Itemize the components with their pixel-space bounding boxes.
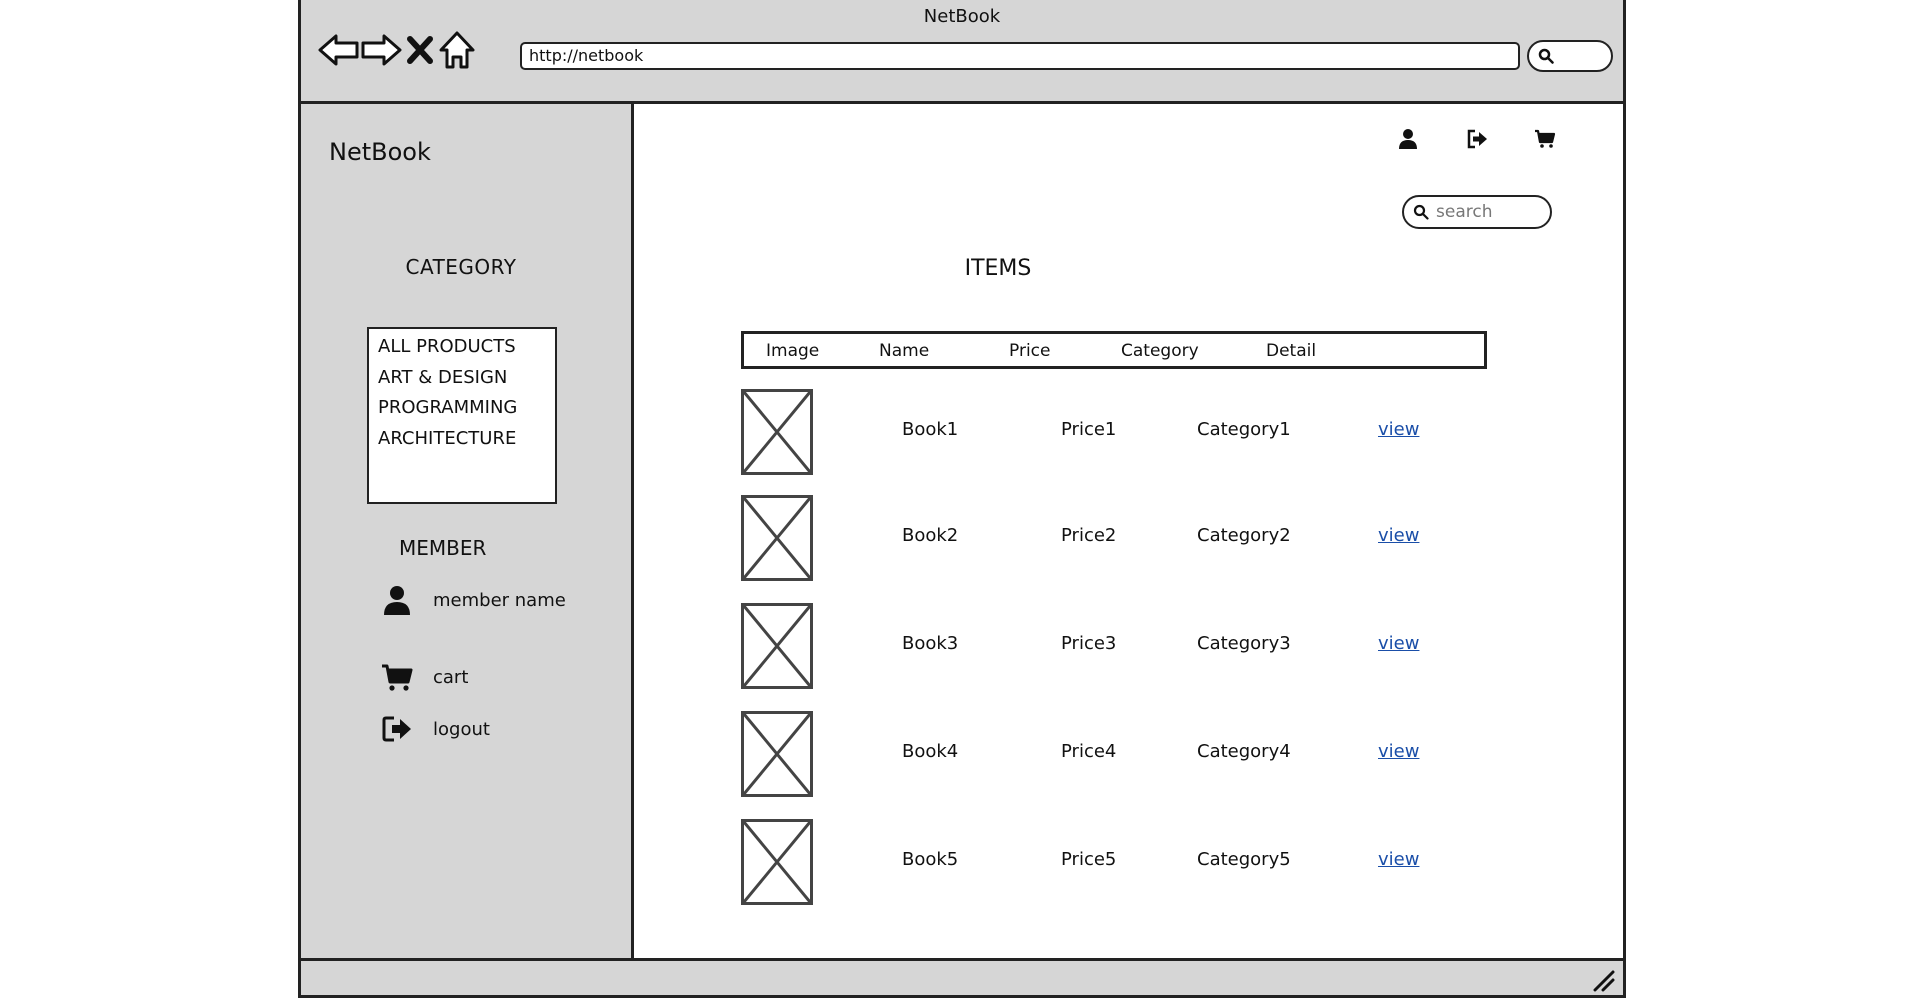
logout-icon	[382, 716, 411, 742]
table-row: Book3 Price3 Category3 view	[741, 603, 1501, 691]
category-list[interactable]: ALL PRODUCTS ART & DESIGN PROGRAMMING AR…	[367, 327, 557, 504]
book-category: Category1	[1197, 419, 1291, 440]
member-name-link[interactable]: member name	[381, 582, 566, 618]
book-name: Book5	[902, 849, 959, 870]
book-name: Book4	[902, 741, 959, 762]
book-image-placeholder	[741, 495, 813, 581]
main-content: ITEMS Image Name Price Category Detail B…	[634, 104, 1623, 964]
cart-link[interactable]: cart	[381, 659, 468, 695]
book-name: Book3	[902, 633, 959, 654]
view-link[interactable]: view	[1378, 419, 1419, 440]
back-icon[interactable]	[317, 28, 361, 72]
book-category: Category2	[1197, 525, 1291, 546]
category-item-all-products[interactable]: ALL PRODUCTS	[378, 332, 546, 363]
view-link[interactable]: view	[1378, 741, 1419, 762]
book-category: Category3	[1197, 633, 1291, 654]
sidebar: NetBook CATEGORY ALL PRODUCTS ART & DESI…	[301, 104, 634, 964]
items-heading: ITEMS	[964, 256, 1032, 281]
browser-window: NetBook http://netbook NetBook CATEGORY …	[298, 0, 1626, 998]
book-name: Book1	[902, 419, 959, 440]
user-icon	[384, 586, 410, 615]
book-image-placeholder	[741, 389, 813, 475]
book-price: Price2	[1061, 525, 1117, 546]
member-name: member name	[433, 589, 566, 611]
resize-grip-icon[interactable]	[1591, 968, 1615, 992]
column-header-detail: Detail	[1266, 341, 1317, 361]
search-icon	[1413, 204, 1429, 220]
table-row: Book4 Price4 Category4 view	[741, 711, 1501, 799]
column-header-name: Name	[879, 341, 930, 361]
logout-icon[interactable]	[1466, 128, 1488, 150]
category-item-art-design[interactable]: ART & DESIGN	[378, 363, 546, 394]
book-image-placeholder	[741, 603, 813, 689]
book-image-placeholder	[741, 819, 813, 905]
forward-icon[interactable]	[359, 28, 403, 72]
book-category: Category4	[1197, 741, 1291, 762]
column-header-category: Category	[1121, 341, 1199, 361]
category-item-architecture[interactable]: ARCHITECTURE	[378, 424, 546, 455]
book-price: Price4	[1061, 741, 1117, 762]
book-price: Price3	[1061, 633, 1117, 654]
search-icon	[1538, 48, 1554, 64]
book-image-placeholder	[741, 711, 813, 797]
table-row: Book5 Price5 Category5 view	[741, 819, 1501, 907]
search-field[interactable]	[1402, 195, 1552, 229]
table-header: Image Name Price Category Detail	[741, 331, 1487, 369]
window-title: NetBook	[923, 6, 1001, 27]
category-item-programming[interactable]: PROGRAMMING	[378, 393, 546, 424]
logout-link[interactable]: logout	[381, 711, 490, 747]
home-icon[interactable]	[435, 28, 479, 72]
cart-label: cart	[433, 666, 469, 688]
book-name: Book2	[902, 525, 959, 546]
status-bar	[301, 958, 1623, 995]
category-heading: CATEGORY	[405, 255, 517, 279]
member-heading: MEMBER	[399, 536, 487, 560]
view-link[interactable]: view	[1378, 849, 1419, 870]
stop-icon[interactable]	[400, 28, 440, 72]
table-row: Book2 Price2 Category2 view	[741, 495, 1501, 583]
logout-label: logout	[433, 718, 490, 740]
view-link[interactable]: view	[1378, 525, 1419, 546]
column-header-price: Price	[1009, 341, 1051, 361]
view-link[interactable]: view	[1378, 633, 1419, 654]
brand-logo-text[interactable]: NetBook	[329, 138, 431, 166]
browser-search-field[interactable]	[1527, 40, 1613, 72]
search-input[interactable]	[1434, 201, 1538, 223]
cart-icon	[382, 664, 413, 691]
book-price: Price1	[1061, 419, 1117, 440]
address-bar[interactable]: http://netbook	[520, 42, 1520, 70]
browser-titlebar: NetBook http://netbook	[301, 0, 1623, 104]
cart-icon[interactable]	[1534, 128, 1556, 150]
column-header-image: Image	[766, 341, 820, 361]
book-price: Price5	[1061, 849, 1117, 870]
book-category: Category5	[1197, 849, 1291, 870]
table-row: Book1 Price1 Category1 view	[741, 389, 1501, 477]
user-icon[interactable]	[1397, 128, 1419, 150]
